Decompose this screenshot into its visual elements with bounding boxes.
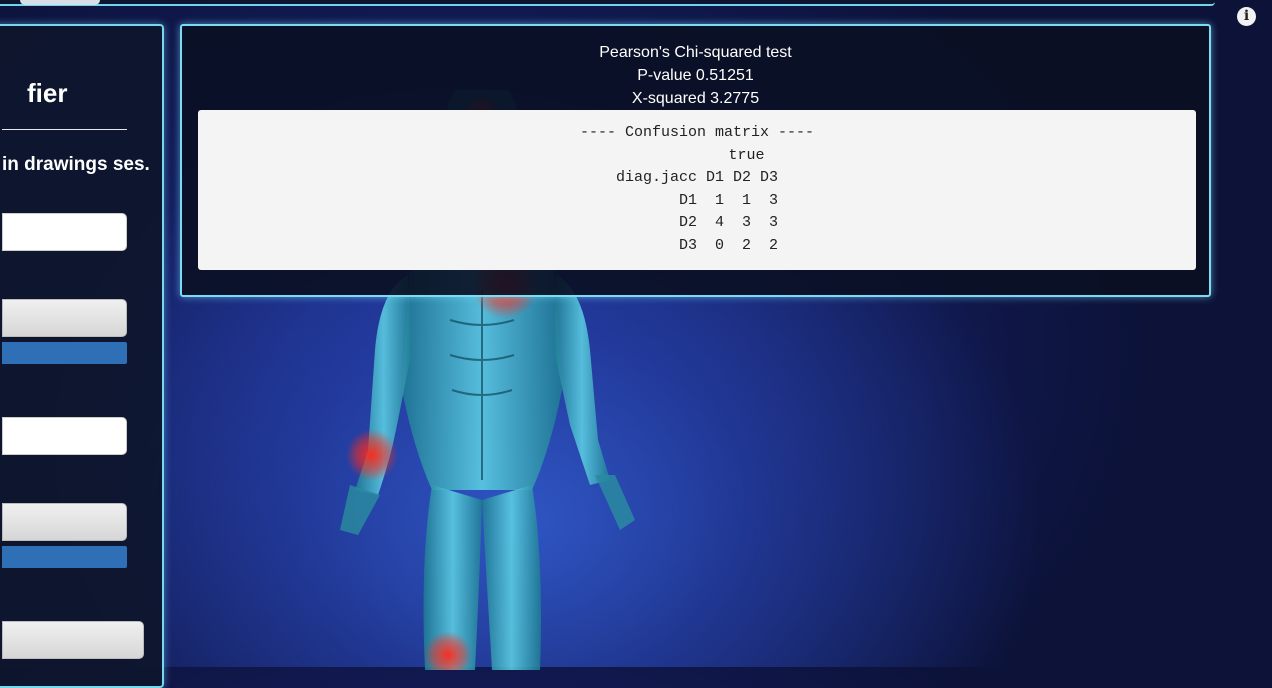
sidebar-file-button-1[interactable] [2,299,127,337]
top-tab[interactable] [20,0,100,5]
top-header-strip [0,0,1215,6]
sidebar-file-button-2[interactable] [2,503,127,541]
matrix-line: D1 1 1 3 [615,191,779,209]
info-icon[interactable]: i [1237,7,1256,26]
figure-right-arm [554,275,610,485]
sidebar-input-2[interactable] [2,417,127,455]
pain-marker-wrist [346,429,398,481]
matrix-line: D2 4 3 3 [615,214,779,232]
matrix-line: true [629,146,765,164]
sidebar-description: in drawings ses. [2,154,150,175]
matrix-line: D3 0 2 2 [615,236,779,254]
figure-right-leg [482,485,541,670]
confusion-matrix-text: ---- Confusion matrix ---- true diag.jacc… [198,122,1196,258]
figure-right-hand [595,475,635,530]
sidebar-panel: fier in drawings ses. [0,24,164,688]
test-name: Pearson's Chi-squared test [599,44,792,61]
sidebar-divider [2,129,127,130]
matrix-line: ---- Confusion matrix ---- [579,124,815,141]
sidebar-title: fier [27,78,68,108]
sidebar-submit-button[interactable] [2,621,144,659]
sidebar-input-1[interactable] [2,213,127,251]
sidebar-progress-bar-2 [2,546,127,568]
matrix-line: diag.jacc D1 D2 D3 [615,169,779,187]
sidebar-progress-bar-1 [2,342,127,364]
x-squared: X-squared 3.2775 [631,90,760,107]
p-value: P-value 0.51251 [637,67,754,84]
results-panel: Pearson's Chi-squared test P-value 0.512… [180,24,1211,297]
confusion-matrix-box: ---- Confusion matrix ---- true diag.jacc… [198,110,1196,270]
